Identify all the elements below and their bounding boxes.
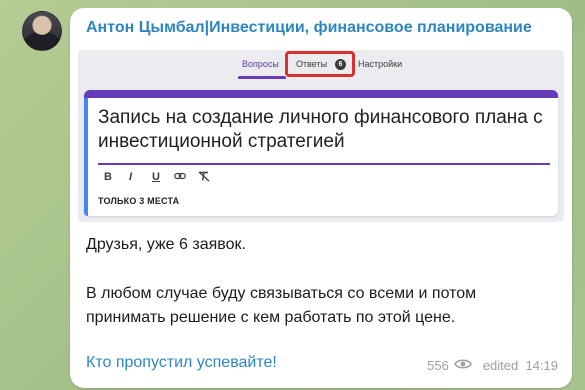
italic-icon: I <box>129 171 133 183</box>
message-text-line-1: Друзья, уже 6 заявок. <box>86 236 246 253</box>
underline-icon: U <box>152 171 160 183</box>
tab-questions: Вопросы <box>242 59 279 69</box>
channel-avatar[interactable] <box>22 11 62 51</box>
message-text-line-2: В любом случае буду связываться со всеми… <box>86 285 477 326</box>
edited-timestamp: edited 14:19 <box>482 358 558 373</box>
eye-icon <box>453 358 472 373</box>
clear-format-icon <box>198 171 210 185</box>
message-bubble: Антон Цымбал|Инвестиции, финансовое план… <box>70 8 572 388</box>
sender-name[interactable]: Антон Цымбал|Инвестиции, финансовое план… <box>86 19 532 37</box>
message-meta: 556 edited 14:19 <box>427 358 558 373</box>
message-link-text: Кто пропустил успевайте! <box>86 354 277 371</box>
form-title: Запись на создание личного финансового п… <box>98 107 543 152</box>
tab-settings: Настройки <box>358 59 403 69</box>
views-count: 556 <box>427 358 449 373</box>
card-accent <box>84 98 88 216</box>
active-tab-indicator <box>238 76 286 79</box>
link-icon <box>174 171 186 184</box>
title-underline <box>98 163 550 165</box>
answers-count-badge: 6 <box>335 59 346 70</box>
form-screenshot[interactable]: Вопросы Ответы 6 Настройки Запись на соз… <box>78 50 564 222</box>
bold-icon: B <box>104 171 112 183</box>
form-subtitle: ТОЛЬКО 3 МЕСТА <box>98 196 180 206</box>
tab-answers: Ответы <box>296 59 328 69</box>
form-header-card: Запись на создание личного финансового п… <box>84 90 558 216</box>
form-tabs: Вопросы Ответы 6 Настройки <box>78 50 564 80</box>
